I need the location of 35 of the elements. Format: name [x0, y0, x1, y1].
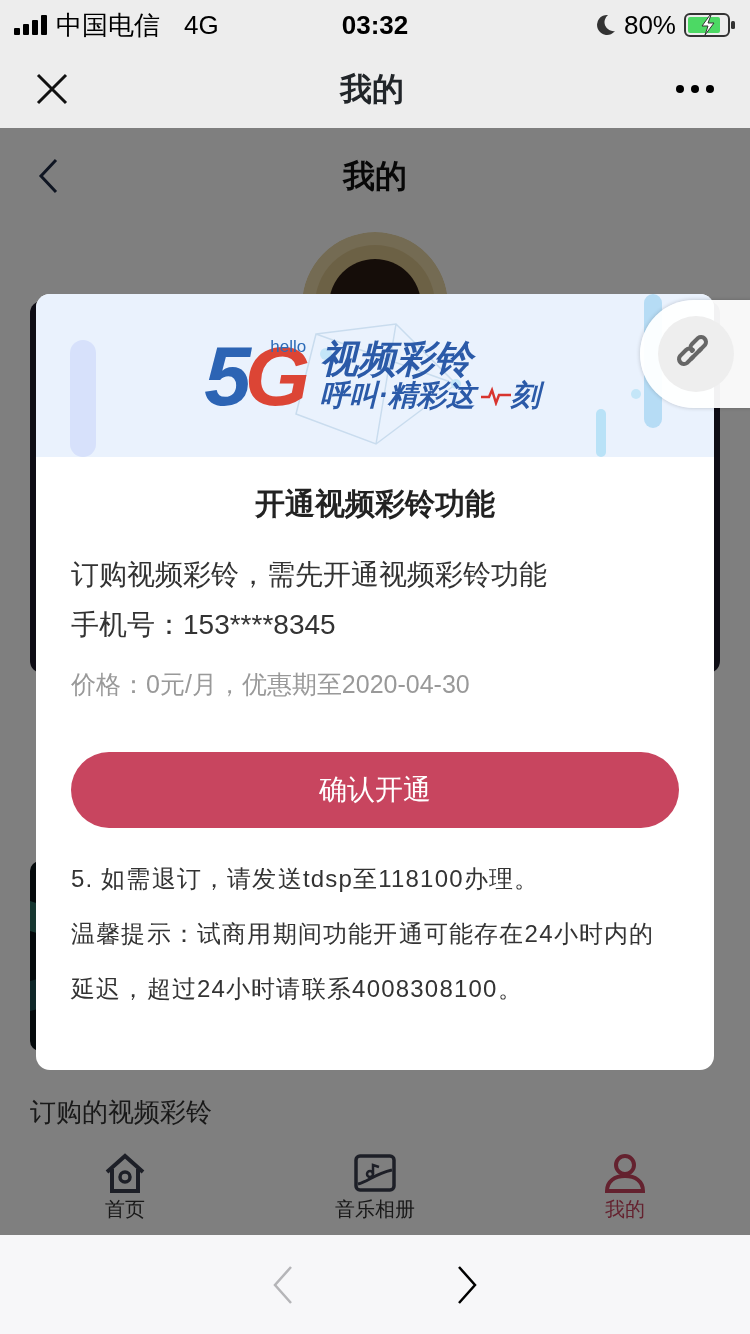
dialog-text: 手机号：153****8345 — [71, 609, 336, 640]
heartbeat-icon — [480, 386, 511, 407]
battery-percentage: 80% — [623, 8, 676, 42]
clock-time: 03:32 — [341, 9, 409, 40]
banner-title: 视频彩铃 — [320, 338, 546, 381]
confirm-button[interactable]: 确认开通 — [71, 751, 679, 828]
back-icon[interactable] — [38, 158, 58, 194]
person-icon — [603, 1151, 647, 1194]
picture-frame-icon — [353, 1151, 397, 1194]
more-icon[interactable] — [676, 85, 714, 93]
price-text: 价格：0元/月，优惠期至2020-04-30 — [71, 670, 470, 698]
moon-icon — [595, 14, 616, 36]
dialog-text: 订购视频彩铃，需先开通视频彩铃功能 — [71, 559, 547, 590]
banner-slogan: 呼叫·精彩这 — [320, 380, 481, 413]
link-button[interactable] — [640, 300, 750, 408]
logo: 5Ghello — [204, 333, 305, 418]
section-title: 订购的视频彩铃 — [30, 1097, 212, 1127]
home-icon — [103, 1151, 147, 1194]
network-type: 4G — [184, 8, 219, 42]
browser-forward-button[interactable] — [455, 1264, 479, 1305]
header-title: 我的 — [340, 70, 404, 109]
tab-bar-item[interactable]: 我的 — [500, 1150, 750, 1225]
dialog-title: 开通视频彩铃功能 — [255, 487, 495, 520]
tab-bar-item[interactable]: 音乐相册 — [250, 1150, 500, 1225]
note-text: 5. 如需退订，请发送tdsp至118100办理。 — [71, 863, 541, 894]
page-title: 我的 — [343, 157, 407, 196]
note-text: 温馨提示：试商用期间功能开通可能存在24小时内的延迟，超过24小时请联系4008308100。 — [71, 918, 656, 1004]
battery-charging-icon — [684, 13, 736, 37]
banner-slogan-end: 刻 — [510, 380, 546, 413]
forward-icon — [455, 1264, 479, 1305]
close-icon[interactable] — [36, 73, 68, 105]
tab-bar-item[interactable]: 首页 — [0, 1150, 250, 1225]
back-icon — [271, 1264, 295, 1305]
signal-icon — [14, 15, 48, 35]
carrier-name: 中国电信 — [56, 8, 160, 42]
